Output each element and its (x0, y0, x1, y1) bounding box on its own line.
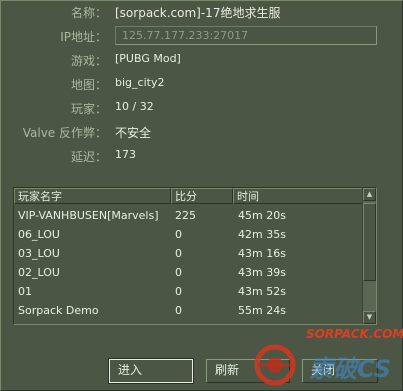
player-name: 06_LOU (18, 228, 60, 241)
watermark-brand: 索破CS (309, 355, 392, 383)
column-header-time[interactable]: 时间 (233, 188, 364, 204)
game-label: 游戏： (70, 54, 107, 68)
name-label: 名称： (70, 6, 107, 20)
player-name: 02_LOU (18, 266, 60, 279)
column-header-score[interactable]: 比分 (171, 188, 233, 204)
player-time: 42m 35s (238, 228, 286, 241)
player-name: 03_LOU (18, 247, 60, 260)
player-name: Sorpack Demo (18, 304, 99, 317)
table-row[interactable]: 01 0 43m 52s (14, 284, 364, 300)
vac-value: 不安全 (115, 126, 152, 140)
player-time: 43m 39s (238, 266, 286, 279)
ip-label: IP地址： (60, 30, 107, 44)
players-label: 玩家： (70, 102, 107, 116)
table-row[interactable]: 03_LOU 0 43m 16s (14, 246, 364, 262)
ping-label: 延迟： (70, 150, 107, 164)
player-name: VIP-VANHBUSEN[Marvels] (18, 209, 159, 222)
player-time: 43m 52s (238, 285, 286, 298)
server-info-dialog: 名称： [sorpack.com]-17绝地求生服 IP地址： 125.77.1… (0, 0, 403, 391)
player-score: 0 (175, 228, 182, 241)
column-header-player-name[interactable]: 玩家名字 (14, 188, 171, 204)
vac-label: Valve 反作弊： (22, 126, 107, 140)
table-row[interactable]: Sorpack Demo 0 55m 24s (14, 303, 364, 319)
player-score: 0 (175, 266, 182, 279)
player-score: 0 (175, 304, 182, 317)
player-score: 225 (175, 209, 196, 222)
ping-value: 173 (115, 148, 136, 161)
scrollbar-thumb[interactable] (363, 203, 376, 281)
ip-address-field[interactable]: 125.77.177.233:27017 (115, 26, 377, 45)
player-score: 0 (175, 285, 182, 298)
players-value: 10 / 32 (115, 100, 154, 113)
table-header: 玩家名字 比分 时间 (14, 188, 364, 204)
join-button[interactable]: 进入 (108, 358, 194, 384)
scroll-down-icon[interactable]: ▼ (363, 311, 376, 324)
sorpack-watermark: SORPACK.COM 索破CS (251, 327, 403, 391)
player-time: 55m 24s (238, 304, 286, 317)
scroll-up-icon[interactable]: ▲ (363, 188, 376, 201)
player-time: 43m 16s (238, 247, 286, 260)
table-row[interactable]: 06_LOU 0 42m 35s (14, 227, 364, 243)
table-row[interactable]: VIP-VANHBUSEN[Marvels] 225 45m 20s (14, 208, 364, 224)
table-row[interactable]: 02_LOU 0 43m 39s (14, 265, 364, 281)
game-value: [PUBG Mod] (115, 52, 181, 65)
player-time: 45m 20s (238, 209, 286, 222)
map-value: big_city2 (115, 76, 165, 89)
map-label: 地图： (70, 78, 107, 92)
players-table: 玩家名字 比分 时间 VIP-VANHBUSEN[Marvels] 225 45… (13, 187, 377, 325)
player-name: 01 (18, 285, 32, 298)
server-name: [sorpack.com]-17绝地求生服 (115, 6, 281, 20)
player-score: 0 (175, 247, 182, 260)
table-scrollbar[interactable]: ▲ ▼ (362, 188, 376, 324)
